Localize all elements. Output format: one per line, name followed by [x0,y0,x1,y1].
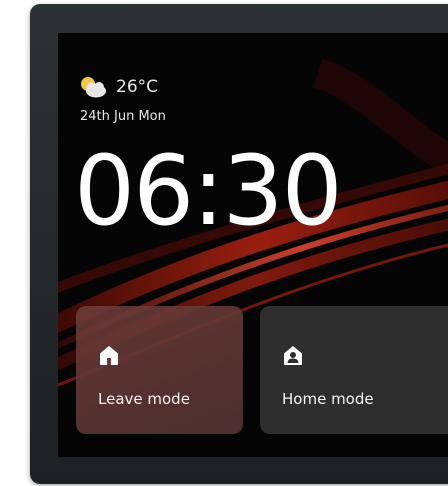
clock-time: 06:30 [74,135,343,247]
weather-widget: 26°C [78,73,158,101]
leave-mode-label: Leave mode [98,390,190,408]
display-screen: 26°C 24th Jun Mon 06:30 Leave mode Home … [58,33,448,457]
leave-mode-button[interactable]: Leave mode [76,306,243,434]
home-mode-button[interactable]: Home mode [260,306,448,434]
date-text: 24th Jun Mon [80,109,166,124]
temperature-text: 26°C [116,77,159,97]
partly-cloudy-icon [81,77,106,98]
home-person-icon [284,346,302,365]
house-icon [100,346,118,365]
home-mode-label: Home mode [282,390,374,408]
